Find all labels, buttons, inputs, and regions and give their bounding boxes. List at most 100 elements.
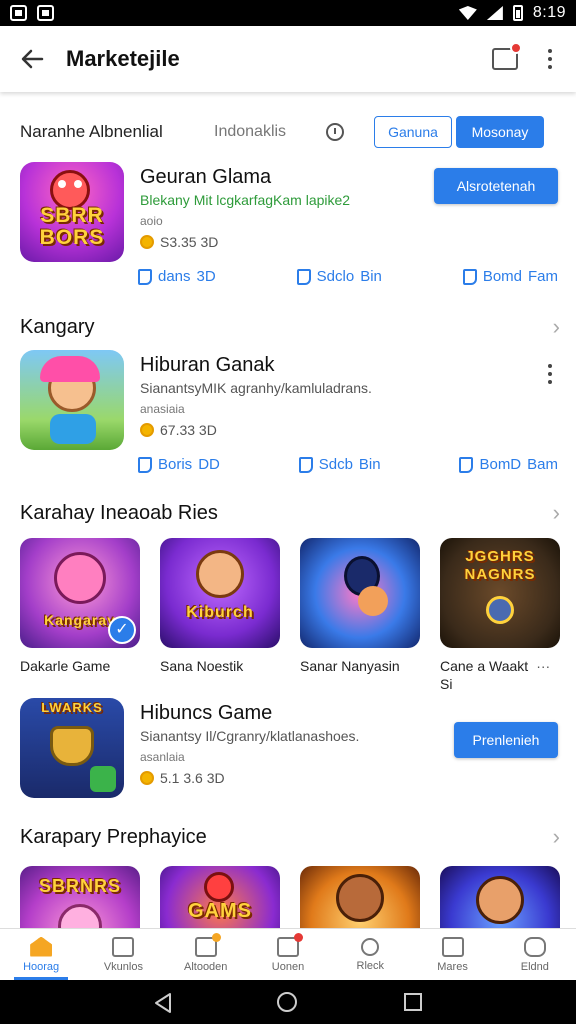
filter-row: Naranhe Albnenlial Indonaklis Ganuna Mos… <box>20 114 560 150</box>
game-tile[interactable] <box>300 866 420 928</box>
game-tile-image[interactable]: JGGHRS NAGNRS <box>440 538 560 648</box>
gallery-notification-icon <box>10 5 27 21</box>
app-description: SianantsyMIK agranhy/kamluladrans. <box>140 380 372 396</box>
app-name: Hiburan Ganak <box>140 354 275 376</box>
info-icon[interactable] <box>326 123 344 141</box>
featured-app-card[interactable]: Hiburan Ganak SianantsyMIK agranhy/kamlu… <box>20 350 560 480</box>
game-tile[interactable]: Kiburch Sana Noestik <box>160 538 280 692</box>
filter-sublabel: Indonaklis <box>214 123 287 140</box>
chevron-right-icon[interactable]: › <box>553 314 560 340</box>
install-button[interactable]: Prenlenieh <box>454 722 558 758</box>
game-tile-image[interactable] <box>300 538 420 648</box>
game-tile-image[interactable]: GAMS <box>160 866 280 928</box>
overflow-menu-icon[interactable] <box>548 49 552 69</box>
app-name: Geuran Glama <box>140 166 272 188</box>
game-tile-label: Cane a Waakt ··· <box>440 658 551 674</box>
thumb-icon <box>138 268 152 285</box>
app-description: Blekany Mit lcgkarfagKam lapike2 <box>140 192 351 208</box>
app-description: Sianantsy Il/Cgranry/klatlanashoes. <box>140 728 360 744</box>
app-icon-hiburan[interactable] <box>20 350 124 450</box>
game-tile-image[interactable]: SBRNRS <box>20 866 140 928</box>
section-header[interactable]: Karapary Prephayice › <box>20 822 560 852</box>
game-tile-image[interactable] <box>440 866 560 928</box>
action-like[interactable]: dans 3D <box>138 268 216 285</box>
bookmark-icon <box>459 456 474 473</box>
game-tile[interactable]: SBRNRS <box>20 866 140 928</box>
section-title: Kangary <box>20 315 95 338</box>
back-arrow-icon[interactable] <box>18 45 46 73</box>
app-rating: S3.35 3D <box>140 234 218 250</box>
app-bar: Marketejile <box>0 26 576 92</box>
nav-home[interactable]: Hoorag <box>0 929 82 980</box>
app-tag: anasiaia <box>140 402 185 416</box>
filter-label: Naranhe Albnenlial <box>20 122 163 141</box>
app-overflow-icon[interactable] <box>548 364 552 384</box>
game-tile-label: Dakarle Game <box>20 658 111 674</box>
wifi-icon <box>458 6 477 20</box>
system-nav-bar <box>0 980 576 1024</box>
featured-app-card[interactable]: SBRR BORS Geuran Glama Blekany Mit lcgka… <box>20 162 560 292</box>
filter-outline-button[interactable]: Ganuna <box>374 116 452 148</box>
nav-more[interactable]: Mares <box>411 929 493 980</box>
coin-icon <box>140 771 154 785</box>
nav-edit[interactable]: Uonen <box>247 929 329 980</box>
home-circle-icon[interactable] <box>276 991 298 1013</box>
action-bookmark[interactable]: Bomd Fam <box>462 268 558 285</box>
main-content[interactable]: Naranhe Albnenlial Indonaklis Ganuna Mos… <box>0 92 576 928</box>
game-tile[interactable]: Sanar Nanyasin <box>300 538 420 692</box>
chevron-right-icon[interactable]: › <box>553 500 560 526</box>
back-icon[interactable] <box>153 992 171 1013</box>
app-icon-art-text: SBRR <box>40 204 104 227</box>
app-icon-hibuncs[interactable]: LWARKS <box>20 698 124 798</box>
game-tile-image[interactable]: Kangaray ✓ <box>20 538 140 648</box>
home-icon <box>30 936 53 957</box>
game-tile-row: SBRNRS GAMS <box>20 866 560 928</box>
grid-icon <box>441 936 464 957</box>
coin-icon <box>140 235 154 249</box>
chevron-right-icon[interactable]: › <box>553 824 560 850</box>
game-tile-image[interactable] <box>300 866 420 928</box>
wrench-icon <box>194 932 221 957</box>
cart-icon[interactable] <box>492 42 522 70</box>
status-bar: 8:19 <box>0 0 576 26</box>
share-icon <box>296 268 311 285</box>
section-title: Karapary Prephayice <box>20 825 207 848</box>
app-rating: 67.33 3D <box>140 422 217 438</box>
game-tile[interactable] <box>440 866 560 928</box>
action-share[interactable]: Sdcb Bin <box>298 456 381 473</box>
house-outline-icon <box>112 936 135 957</box>
game-tile-image[interactable]: Kiburch <box>160 538 280 648</box>
check-icon: ✓ <box>108 616 136 644</box>
coin-icon <box>140 423 154 437</box>
tile-more-icon[interactable]: ··· <box>536 658 550 674</box>
page-title: Marketejile <box>66 46 180 71</box>
app-tag: asanlaia <box>140 750 185 764</box>
game-tile-row: Kangaray ✓ Dakarle Game Kiburch Sana Noe… <box>20 538 560 692</box>
action-row: dans 3D Sdclo Bin Bomd Fam <box>138 268 558 285</box>
app-icon-sbrr-bors[interactable]: SBRR BORS <box>20 162 124 262</box>
action-share[interactable]: Sdclo Bin <box>296 268 382 285</box>
gamepad-icon <box>523 936 546 957</box>
filter-filled-button[interactable]: Mosonay <box>456 116 544 148</box>
section-title: Karahay Ineaoab Ries <box>20 501 218 524</box>
recents-icon[interactable] <box>403 992 423 1012</box>
game-tile[interactable]: JGGHRS NAGNRS Cane a Waakt ··· Si <box>440 538 560 692</box>
nav-library[interactable]: Vkunlos <box>82 929 164 980</box>
thumb-icon <box>138 456 152 473</box>
game-tile-label: Sanar Nanyasin <box>300 658 400 674</box>
featured-app-card[interactable]: LWARKS Hibuncs Game Sianantsy Il/Cgranry… <box>20 698 560 808</box>
nav-search[interactable]: Rleck <box>329 929 411 980</box>
nav-games[interactable]: Eldnd <box>494 929 576 980</box>
action-like[interactable]: Boris DD <box>138 456 220 473</box>
game-tile[interactable]: GAMS <box>160 866 280 928</box>
action-bookmark[interactable]: BomD Bam <box>459 456 558 473</box>
photo-notification-icon <box>37 5 54 21</box>
game-tile[interactable]: Kangaray ✓ Dakarle Game <box>20 538 140 692</box>
section-header[interactable]: Kangary › <box>20 312 560 342</box>
cart-badge <box>510 42 522 54</box>
bookmark-icon <box>462 268 477 285</box>
nav-tools[interactable]: Altooden <box>165 929 247 980</box>
app-rating: 5.1 3.6 3D <box>140 770 225 786</box>
install-button[interactable]: Alsrotetenah <box>434 168 558 204</box>
section-header[interactable]: Karahay Ineaoab Ries › <box>20 498 560 528</box>
